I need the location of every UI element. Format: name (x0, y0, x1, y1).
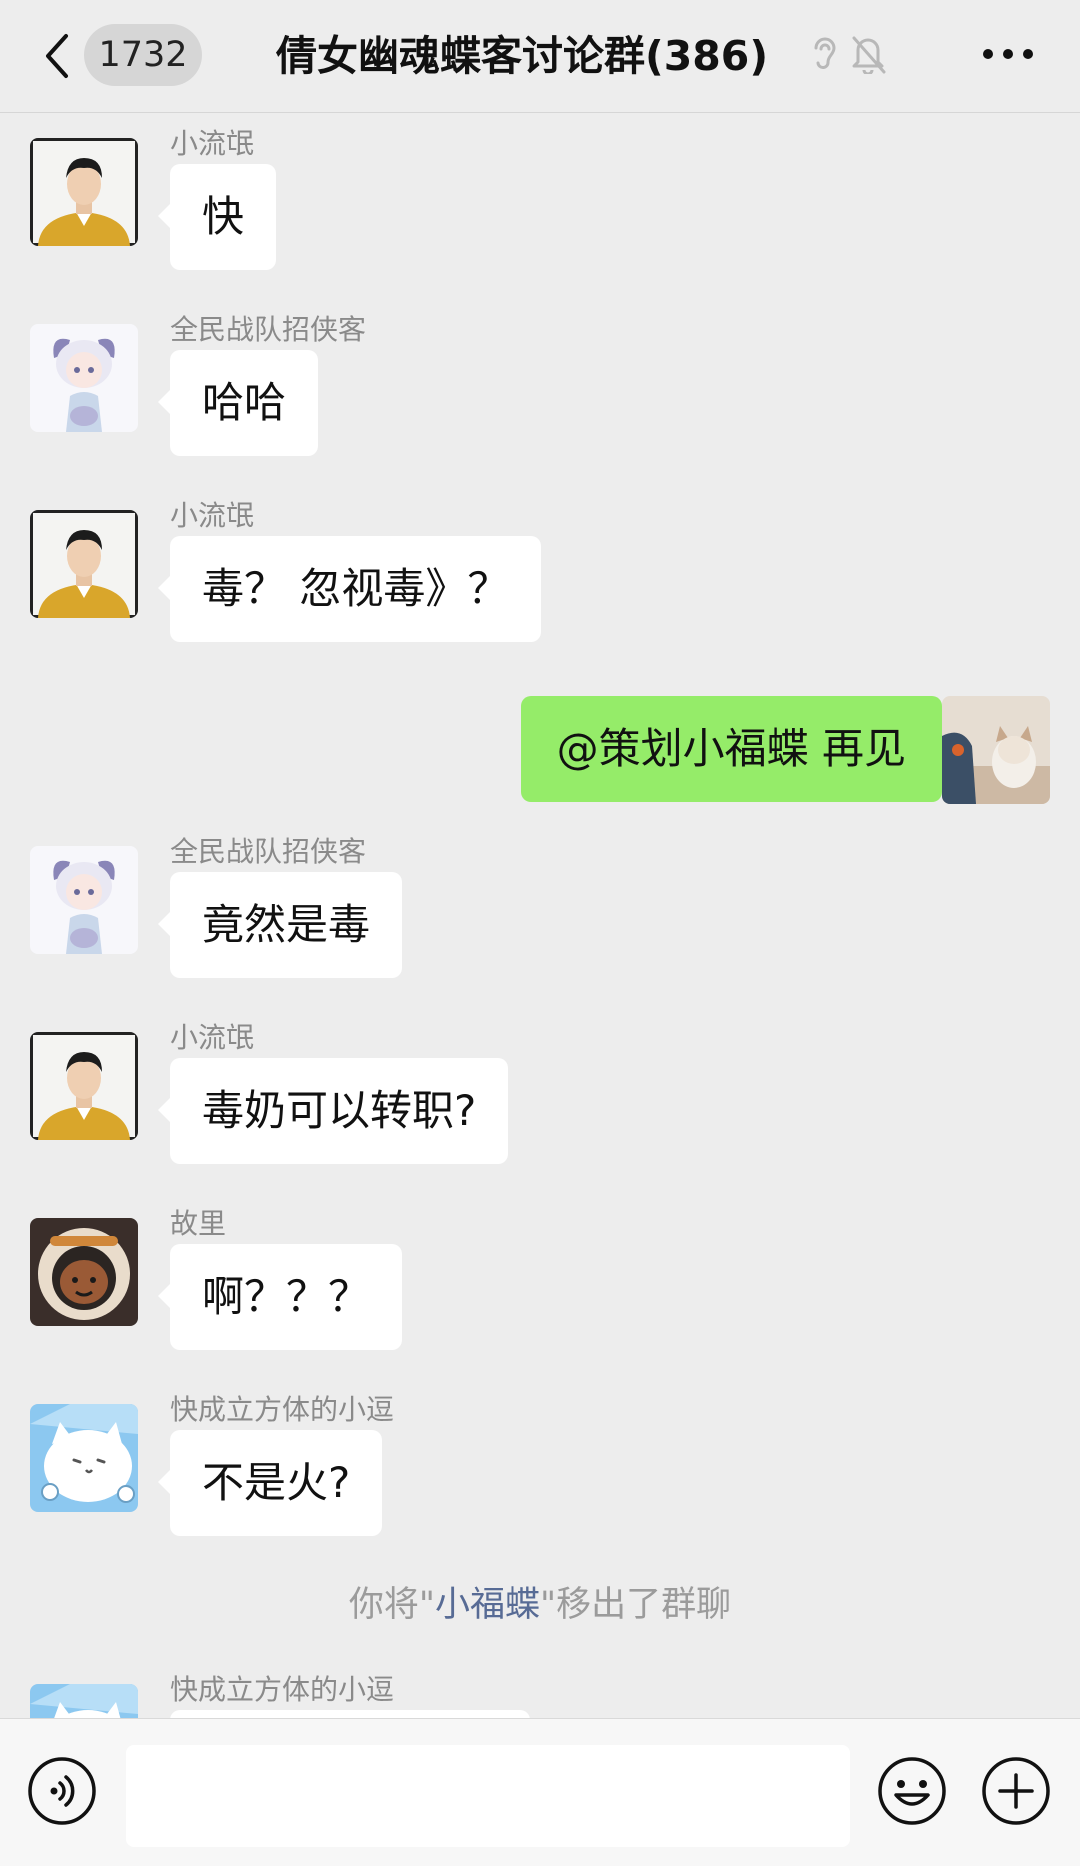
avatar-astronaut-cartoon[interactable] (30, 1218, 138, 1326)
sender-name: 快成立方体的小逗 (170, 1393, 395, 1426)
back-chevron-icon[interactable] (38, 28, 78, 84)
more-options-icon[interactable] (980, 36, 1036, 72)
avatar-anime-girl[interactable] (30, 846, 138, 954)
sender-name: 快成立方体的小逗 (170, 1673, 395, 1706)
chat-header: 1732 倩女幽魂蝶客讨论群(386) (0, 0, 1080, 113)
sender-name: 故里 (170, 1207, 227, 1240)
group-title[interactable]: 倩女幽魂蝶客讨论群(386) (276, 26, 768, 86)
avatar-man-yellow-sweater[interactable] (30, 138, 138, 246)
avatar-man-yellow-sweater[interactable] (30, 510, 138, 618)
unread-count-badge[interactable]: 1732 (84, 24, 202, 86)
my-message-bubble[interactable]: @策划小福蝶 再见 (520, 696, 955, 802)
message-bubble[interactable]: 毒奶可以转职? (157, 1058, 509, 1164)
avatar-man-yellow-sweater[interactable] (30, 1032, 138, 1140)
avatar-white-cat-cartoon[interactable] (30, 1404, 138, 1512)
earpiece-mode-icon (814, 37, 836, 70)
input-bar (0, 1718, 1080, 1866)
message-bubble[interactable]: 哈哈 (157, 350, 319, 456)
message-bubble[interactable]: 毒？ 忽视毒》？ (157, 536, 542, 642)
emoji-icon[interactable] (876, 1755, 948, 1827)
sender-name: 小流氓 (170, 127, 255, 160)
sender-name: 小流氓 (170, 1021, 255, 1054)
avatar-cat-photo[interactable] (942, 696, 1050, 804)
mute-bell-icon (852, 36, 886, 74)
system-notice-suffix: "移出了群聊 (540, 1585, 732, 1625)
system-notice: 你将"小福蝶"移出了群聊 (0, 1580, 1080, 1630)
system-notice-prefix: 你将" (348, 1585, 435, 1625)
sender-name: 全民战队招侠客 (170, 835, 367, 868)
avatar-anime-girl[interactable] (30, 324, 138, 432)
removed-member-name[interactable]: 小福蝶 (435, 1585, 540, 1625)
sender-name: 全民战队招侠客 (170, 313, 367, 346)
message-bubble[interactable]: 啊？？？ (157, 1244, 403, 1350)
message-bubble[interactable]: 竟然是毒 (157, 872, 403, 978)
plus-more-icon[interactable] (980, 1755, 1052, 1827)
voice-input-icon[interactable] (26, 1755, 98, 1827)
sender-name: 小流氓 (170, 499, 255, 532)
message-bubble[interactable]: 不是火? (157, 1430, 383, 1536)
message-bubble[interactable]: 快 (157, 164, 277, 270)
message-text-input[interactable] (126, 1745, 850, 1847)
